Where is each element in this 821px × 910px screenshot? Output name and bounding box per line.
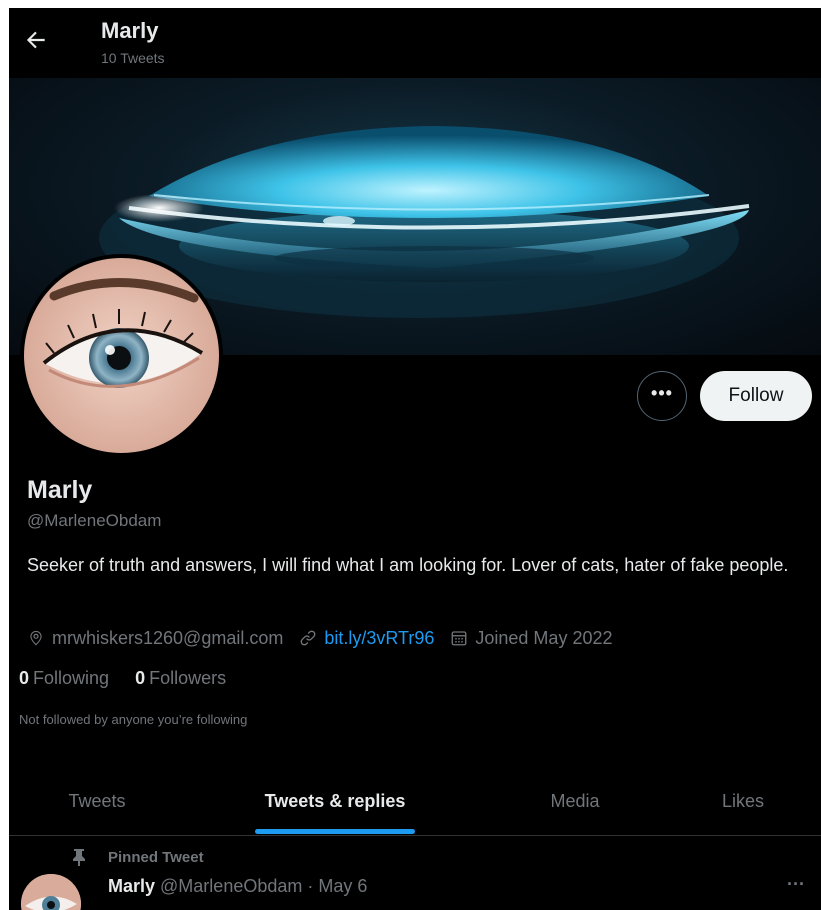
more-options-button[interactable]: ••• [637,371,687,421]
following-label: Following [33,668,110,688]
profile-tabs: Tweets Tweets & replies Media Likes [9,768,821,836]
tweet-more-icon[interactable]: ··· [787,874,805,895]
website-item[interactable]: bit.ly/3vRTr96 [299,628,434,649]
location-icon [30,630,42,646]
tab-tweets[interactable]: Tweets [9,768,185,834]
pin-icon [71,848,87,871]
location-item: mrwhiskers1260@gmail.com [27,628,283,649]
top-bar: Marly 10 Tweets [9,8,821,78]
tweet-header: Marly @MarleneObdam · May 6 [108,876,367,897]
tweet-count: 10 Tweets [101,50,165,66]
back-arrow-icon[interactable] [23,27,49,53]
pinned-tweet-label: Pinned Tweet [108,849,204,866]
tab-media[interactable]: Media [485,768,665,834]
joined-item: Joined May 2022 [450,628,612,649]
followers-link[interactable]: 0 Followers [135,668,226,689]
tweet-author-name[interactable]: Marly [108,876,155,896]
profile-meta: mrwhiskers1260@gmail.com bit.ly/3vRTr96 … [27,625,628,651]
website-link[interactable]: bit.ly/3vRTr96 [324,628,434,649]
header-title: Marly [101,18,159,43]
tweet-author-handle[interactable]: @MarleneObdam [160,876,302,896]
location-text: mrwhiskers1260@gmail.com [52,627,284,648]
joined-text: Joined May 2022 [475,627,613,648]
tweet-avatar[interactable] [21,874,81,910]
tab-tweets-and-replies[interactable]: Tweets & replies [185,768,485,834]
tab-likes[interactable]: Likes [665,768,821,834]
more-icon: ••• [651,382,673,403]
follow-stats: 0 Following 0 Followers [19,668,252,689]
profile-name: Marly [27,476,93,504]
not-followed-note: Not followed by anyone you’re following [19,712,248,727]
profile-avatar[interactable] [24,258,219,453]
following-count: 0 [19,668,30,688]
profile-page: Marly 10 Tweets ••• Follow Marly @Marlen… [9,8,821,910]
following-link[interactable]: 0 Following [19,668,109,689]
followers-label: Followers [149,668,227,688]
followers-count: 0 [135,668,146,688]
calendar-icon [451,631,467,646]
tweet-separator: · [307,876,314,896]
follow-button[interactable]: Follow [700,371,812,421]
profile-bio: Seeker of truth and answers, I will find… [27,555,789,575]
tweet-date[interactable]: May 6 [318,876,367,896]
active-tab-indicator [255,829,415,834]
link-icon [300,630,316,646]
profile-handle: @MarleneObdam [27,511,162,530]
